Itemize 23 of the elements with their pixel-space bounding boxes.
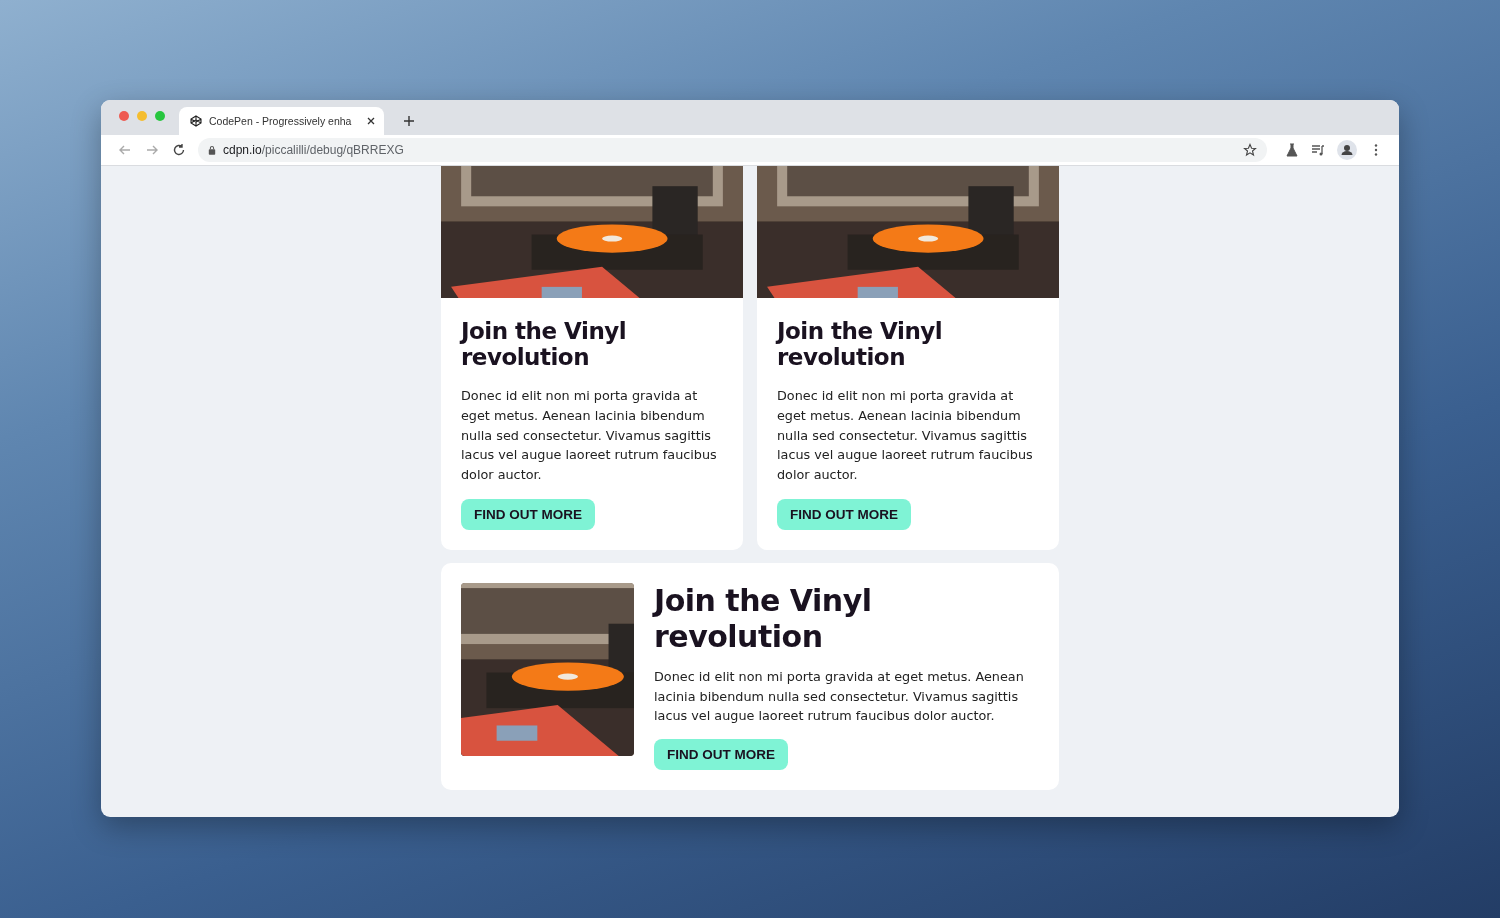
card-title: Join the Vinyl revolution: [461, 318, 628, 371]
card-text: Donec id elit non mi porta gravida at eget metus. Aenean lacinia bibendum nulla sed consectetur. Vivamus sagittis lacus vel augue laoreet rutrum faucibus dolor auctor.: [461, 387, 718, 485]
new-tab-icon[interactable]: [403, 115, 415, 127]
card-title: Join the Vinyl revolution: [777, 318, 944, 371]
address-bar[interactable]: cdpn.io/piccalilli/debug/qBRREXG: [198, 138, 1267, 162]
find-out-more-button[interactable]: FIND OUT MORE: [777, 498, 911, 530]
tab-title: CodePen - Progressively enha: [209, 115, 353, 127]
playlist-icon[interactable]: [1311, 143, 1325, 157]
card-title: Join the Vinyl revolution: [654, 582, 873, 655]
card-text: Donec id elit non mi porta gravida at eget metus. Aenean lacinia bibendum nulla sed consectetur. Vivamus sagittis lacus vel augue laoreet rutrum faucibus dolor auctor.: [777, 387, 1034, 485]
star-icon[interactable]: [1243, 143, 1257, 157]
reload-icon[interactable]: [172, 143, 186, 157]
avatar-icon[interactable]: [1337, 140, 1357, 160]
lock-icon: [208, 145, 216, 155]
flask-icon[interactable]: [1285, 143, 1299, 157]
close-window-icon[interactable]: [119, 110, 129, 121]
url-text: cdpn.io/piccalilli/debug/qBRREXG: [223, 143, 405, 157]
cube-icon: [190, 115, 202, 127]
browser-tab[interactable]: CodePen - Progressively enha: [179, 107, 384, 135]
close-icon[interactable]: [366, 116, 376, 126]
find-out-more-button[interactable]: FIND OUT MORE: [461, 498, 595, 530]
find-out-more-button[interactable]: FIND OUT MORE: [654, 739, 788, 770]
card-text: Donec id elit non mi porta gravida at eget metus. Aenean lacinia bibendum nulla sed consectetur. Vivamus sagittis lacus vel augue laoreet rutrum faucibus dolor auctor.: [654, 667, 1025, 726]
